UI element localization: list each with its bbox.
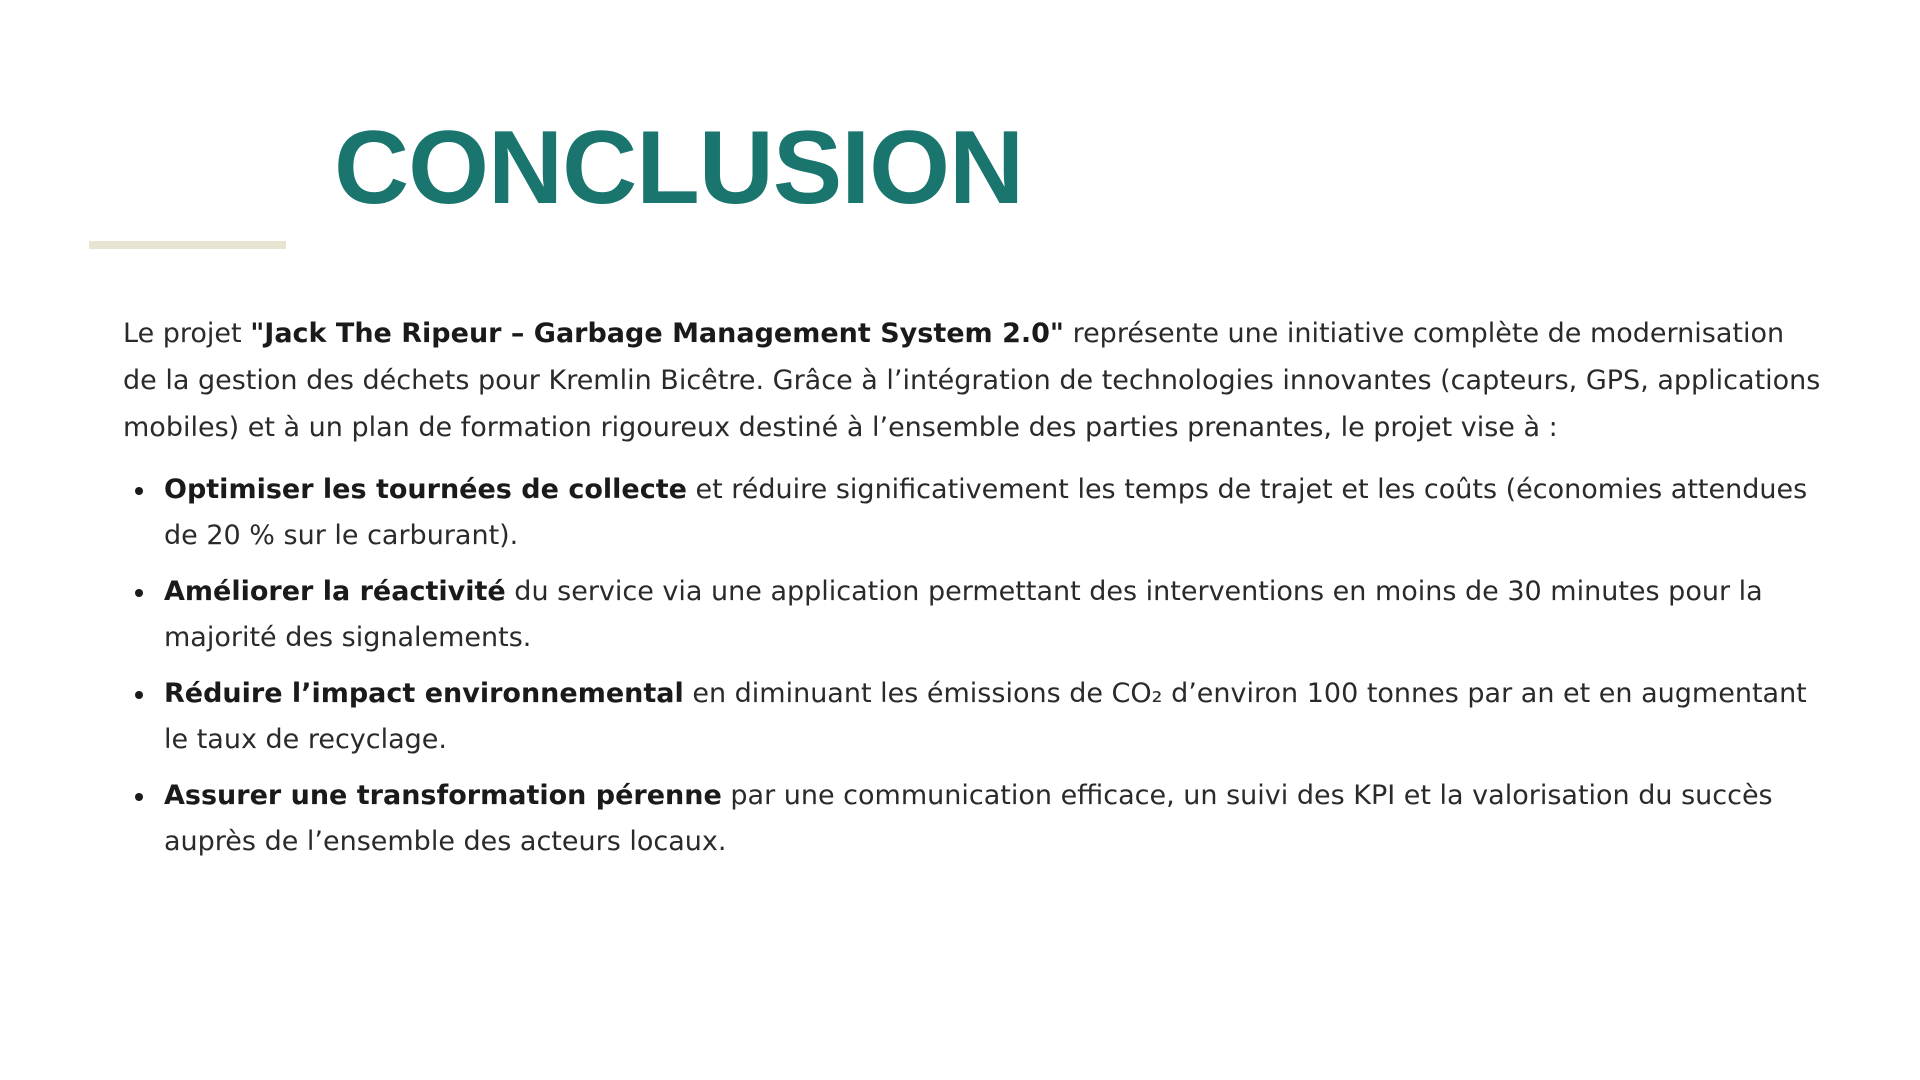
bullet-icon xyxy=(135,793,143,801)
slide-title: CONCLUSION xyxy=(334,110,1024,226)
intro-before: Le projet xyxy=(123,318,251,349)
title-accent-rule xyxy=(89,241,286,249)
objectives-list: Optimiser les tournées de collecte et ré… xyxy=(123,467,1823,865)
bullet-heading: Améliorer la réactivité xyxy=(164,576,506,607)
bullet-heading: Assurer une transformation pérenne xyxy=(164,780,722,811)
list-item: Améliorer la réactivité du service via u… xyxy=(135,569,1823,661)
slide: CONCLUSION Le projet "Jack The Ripeur – … xyxy=(0,0,1920,1080)
bullet-icon xyxy=(135,487,143,495)
slide-body: Le projet "Jack The Ripeur – Garbage Man… xyxy=(123,310,1823,875)
project-name: "Jack The Ripeur – Garbage Management Sy… xyxy=(250,318,1064,349)
list-item: Réduire l’impact environnemental en dimi… xyxy=(135,671,1823,763)
list-item: Optimiser les tournées de collecte et ré… xyxy=(135,467,1823,559)
bullet-heading: Réduire l’impact environnemental xyxy=(164,678,684,709)
bullet-heading: Optimiser les tournées de collecte xyxy=(164,474,687,505)
bullet-icon xyxy=(135,691,143,699)
bullet-icon xyxy=(135,589,143,597)
list-item: Assurer une transformation pérenne par u… xyxy=(135,773,1823,865)
intro-paragraph: Le projet "Jack The Ripeur – Garbage Man… xyxy=(123,310,1823,451)
